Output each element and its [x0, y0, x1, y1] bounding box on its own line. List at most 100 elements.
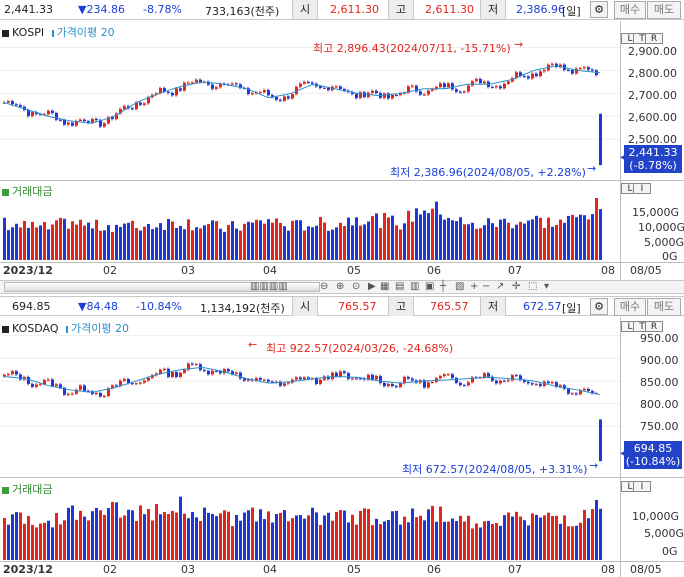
- volume-bar: [67, 228, 70, 260]
- kosdaq-xaxis-start: 2023/12: [3, 563, 53, 576]
- candle: [71, 122, 74, 126]
- candle: [183, 369, 186, 373]
- reset-icon[interactable]: ⊙: [352, 281, 360, 293]
- kospi-volume-chart[interactable]: [0, 196, 620, 260]
- kospi-settings-icon[interactable]: ⚙: [590, 1, 608, 18]
- candle: [267, 379, 270, 382]
- volume-bar: [23, 523, 26, 560]
- candle: [507, 380, 510, 382]
- candle: [575, 68, 578, 74]
- layout-icon[interactable]: ▣: [425, 281, 434, 293]
- candle: [451, 374, 454, 378]
- volume-bar: [211, 513, 214, 560]
- plus-icon[interactable]: +: [470, 281, 478, 293]
- volume-bar: [287, 521, 290, 560]
- kosdaq-buy-button[interactable]: 매수: [614, 298, 646, 316]
- scroll-thumb-icon[interactable]: ▥▥▥▥: [250, 281, 288, 293]
- volume-bar: [595, 499, 598, 560]
- volume-bar: [223, 231, 226, 260]
- kosdaq-period[interactable]: [일]: [562, 300, 581, 316]
- kospi-sell-button[interactable]: 매도: [647, 1, 681, 19]
- volume-bar: [407, 522, 410, 560]
- volume-bar: [203, 507, 206, 560]
- kospi-buy-button[interactable]: 매수: [614, 1, 646, 19]
- candle: [15, 371, 18, 375]
- volume-bar: [75, 519, 78, 560]
- kospi-candle-chart[interactable]: [0, 21, 620, 180]
- kosdaq-sell-button[interactable]: 매도: [647, 298, 681, 316]
- kosdaq-vol-mini-btn-i[interactable]: I: [633, 481, 651, 492]
- volume-bar: [555, 515, 558, 560]
- candle: [47, 110, 50, 115]
- candle: [299, 377, 302, 380]
- candle: [527, 76, 530, 79]
- kosdaq-settings-icon[interactable]: ⚙: [590, 298, 608, 315]
- play-icon[interactable]: ▶: [368, 281, 376, 293]
- kospi-vol-mini-btn-i[interactable]: I: [633, 183, 651, 194]
- kospi-mini-btn-r[interactable]: R: [645, 33, 663, 44]
- select-icon[interactable]: ⬚: [528, 281, 537, 293]
- candle: [495, 86, 498, 88]
- volume-bar: [439, 214, 442, 260]
- candle: [403, 376, 406, 384]
- minus-icon[interactable]: −: [482, 281, 490, 293]
- volume-bar: [383, 521, 386, 560]
- volume-bar: [423, 520, 426, 560]
- candle: [427, 382, 430, 388]
- volume-bar: [303, 518, 306, 560]
- volume-bar: [307, 515, 310, 560]
- candle: [183, 82, 186, 91]
- table-icon[interactable]: ▥: [410, 281, 419, 293]
- volume-bar: [311, 507, 314, 560]
- candle: [47, 379, 50, 381]
- line-icon[interactable]: ┼: [440, 281, 446, 293]
- grid-icon[interactable]: ▤: [395, 281, 404, 293]
- candle: [279, 99, 282, 101]
- volume-bar: [555, 224, 558, 260]
- volume-bar: [543, 515, 546, 560]
- candle: [587, 67, 590, 70]
- candle: [371, 374, 374, 380]
- candle: [239, 372, 242, 379]
- volume-bar: [283, 226, 286, 260]
- indicator-icon[interactable]: ▧: [455, 281, 464, 293]
- kosdaq-volume-chart[interactable]: [0, 494, 620, 560]
- more-icon[interactable]: ▾: [544, 281, 549, 293]
- volume-bar: [375, 518, 378, 560]
- kospi-xaxis-m1: 03: [181, 264, 195, 277]
- candle: [495, 380, 498, 384]
- volume-bar: [55, 513, 58, 560]
- candle: [71, 393, 74, 395]
- volume-bar: [219, 228, 222, 260]
- volume-bar: [99, 510, 102, 560]
- candle: [51, 110, 54, 114]
- candle: [131, 383, 134, 385]
- volume-bar: [499, 219, 502, 260]
- volume-bar: [487, 520, 490, 560]
- volume-bar: [375, 213, 378, 260]
- volume-bar: [43, 522, 46, 560]
- volume-bar: [39, 225, 42, 260]
- volume-bar: [599, 209, 602, 260]
- volume-bar: [59, 217, 62, 260]
- candle: [187, 82, 190, 84]
- volume-bar: [523, 223, 526, 260]
- kospi-current-price-box: 2,441.33 (-8.78%): [624, 145, 682, 173]
- crosshair-icon[interactable]: ✛: [512, 281, 520, 293]
- volume-bar: [191, 512, 194, 560]
- kospi-xaxis-end: 08/05: [630, 264, 662, 277]
- volume-bar: [139, 230, 142, 260]
- candle: [443, 374, 446, 377]
- kospi-price-pointer-icon: ◀: [620, 152, 628, 163]
- zoom-in-icon[interactable]: ⊕: [336, 281, 344, 293]
- volume-bar: [399, 524, 402, 560]
- volume-bar: [323, 515, 326, 560]
- kosdaq-mini-btn-r[interactable]: R: [645, 321, 663, 332]
- arrow-icon[interactable]: ↗: [496, 281, 504, 293]
- bar-chart-icon[interactable]: ▦: [380, 281, 389, 293]
- volume-bar: [403, 516, 406, 560]
- volume-bar: [247, 510, 250, 560]
- zoom-out-icon[interactable]: ⊖: [320, 281, 328, 293]
- kospi-period[interactable]: [일]: [562, 3, 581, 19]
- kosdaq-xaxis-m1: 03: [181, 563, 195, 576]
